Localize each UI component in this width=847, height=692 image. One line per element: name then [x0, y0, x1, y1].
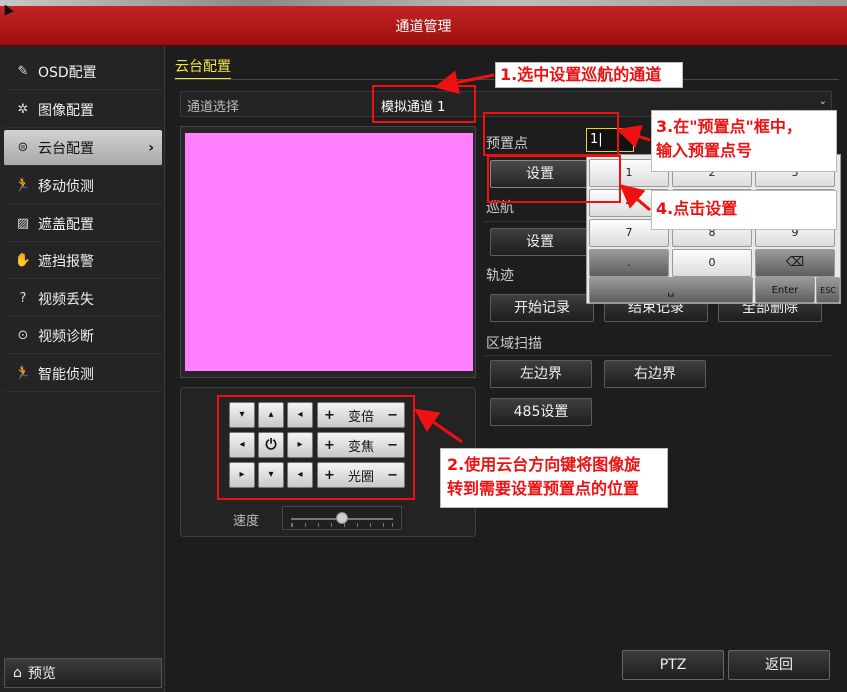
callout-step2: 2.使用云台方向键将图像旋 转到需要设置预置点的位置 — [440, 448, 668, 508]
callout-step3-line2: 输入预置点号 — [656, 141, 753, 160]
smart-detection-icon: 🏃 — [14, 366, 32, 381]
callout-step3: 3.在"预置点"框中， 输入预置点号 — [651, 110, 837, 172]
backspace-icon[interactable]: ⌫ — [755, 249, 835, 277]
enter-key[interactable]: Enter — [755, 277, 815, 303]
pattern-start-button[interactable]: 开始记录 — [490, 294, 594, 322]
sidebar-item-label: 视频丢失 — [38, 291, 94, 308]
channel-select-label: 通道选择 — [187, 100, 240, 115]
ptz-button[interactable]: PTZ — [622, 650, 724, 680]
sidebar-item-label: 图像配置 — [38, 102, 94, 119]
home-icon: ⌂ — [13, 665, 22, 681]
highlight-channel-select — [372, 85, 476, 123]
speed-label: 速度 — [233, 514, 260, 529]
preview-label: 预览 — [27, 666, 56, 682]
chevron-right-icon: › — [148, 139, 154, 156]
video-preview — [185, 133, 473, 371]
video-preview-frame — [180, 126, 476, 378]
sidebar-item-ptz[interactable]: ⊜ 云台配置 › — [4, 130, 162, 166]
sidebar-item-label: 遮盖配置 — [38, 216, 94, 233]
back-button[interactable]: 返回 — [728, 650, 830, 680]
video-diagnosis-icon: ⊙ — [17, 328, 29, 343]
tamper-alarm-icon: ✋ — [14, 253, 32, 268]
sidebar-item-privacy-mask[interactable]: ▨ 遮盖配置 — [4, 206, 162, 242]
callout-step2-line1: 2.使用云台方向键将图像旋 — [447, 455, 641, 474]
sidebar-item-smart-detection[interactable]: 🏃 智能侦测 — [4, 356, 162, 392]
sidebar-item-motion[interactable]: 🏃 移动侦测 — [4, 168, 162, 204]
video-loss-icon: ? — [19, 291, 27, 306]
key-0[interactable]: 0 — [672, 249, 752, 277]
rs485-settings-button[interactable]: 485设置 — [490, 398, 592, 426]
area-scan-row: 区域扫描 — [484, 326, 832, 356]
ptz-icon: ⊜ — [17, 140, 29, 155]
title-bar: 通道管理 — [0, 6, 847, 46]
sidebar-item-label: 智能侦测 — [38, 366, 94, 383]
area-scan-right-button[interactable]: 右边界 — [604, 360, 706, 388]
window-title: 通道管理 — [395, 19, 452, 35]
privacy-mask-icon: ▨ — [16, 216, 30, 231]
callout-step4: 4.点击设置 — [651, 190, 837, 230]
sidebar: ✎ OSD配置 ✲ 图像配置 ⊜ 云台配置 › 🏃 移动侦测 ▨ 遮盖配置 ✋ … — [0, 46, 165, 692]
esc-key[interactable]: ESC — [816, 277, 840, 303]
callout-step2-line2: 转到需要设置预置点的位置 — [447, 479, 640, 498]
highlight-preset-set — [487, 155, 621, 203]
space-key[interactable]: ␣ — [589, 277, 753, 303]
area-scan-left-button[interactable]: 左边界 — [490, 360, 592, 388]
osd-icon: ✎ — [17, 64, 29, 79]
image-settings-icon: ✲ — [17, 102, 29, 117]
chevron-down-icon[interactable]: ⌄ — [819, 96, 827, 107]
sidebar-item-video-loss[interactable]: ? 视频丢失 — [4, 281, 162, 317]
pattern-label: 轨迹 — [486, 268, 514, 284]
patrol-set-button[interactable]: 设置 — [490, 228, 590, 256]
sidebar-item-video-diagnosis[interactable]: ⊙ 视频诊断 — [4, 318, 162, 354]
sidebar-item-image[interactable]: ✲ 图像配置 — [4, 92, 162, 128]
highlight-preset-field — [483, 112, 619, 156]
speed-slider-handle[interactable] — [336, 512, 348, 524]
highlight-ptz-controls — [217, 395, 415, 500]
motion-detection-icon: 🏃 — [14, 178, 32, 193]
sidebar-item-label: 视频诊断 — [38, 328, 94, 345]
speed-slider[interactable] — [282, 506, 402, 530]
area-scan-label: 区域扫描 — [486, 336, 542, 352]
preview-button[interactable]: ⌂ 预览 — [4, 658, 162, 688]
sidebar-item-label: 移动侦测 — [38, 178, 94, 195]
sidebar-item-label: OSD配置 — [38, 64, 97, 81]
sidebar-item-label: 遮挡报警 — [38, 253, 94, 270]
callout-step1: 1.选中设置巡航的通道 — [495, 62, 683, 88]
sidebar-item-label: 云台配置 — [38, 140, 94, 157]
callout-step3-line1: 3.在"预置点"框中， — [656, 117, 802, 136]
sidebar-item-tamper[interactable]: ✋ 遮挡报警 — [4, 243, 162, 279]
key-dot[interactable]: . — [589, 249, 669, 277]
sidebar-item-osd[interactable]: ✎ OSD配置 — [4, 54, 162, 90]
channel-management-window: 通道管理 ✎ OSD配置 ✲ 图像配置 ⊜ 云台配置 › 🏃 移动侦测 ▨ 遮盖… — [0, 0, 847, 692]
tab-ptz-config[interactable]: 云台配置 — [175, 56, 231, 80]
